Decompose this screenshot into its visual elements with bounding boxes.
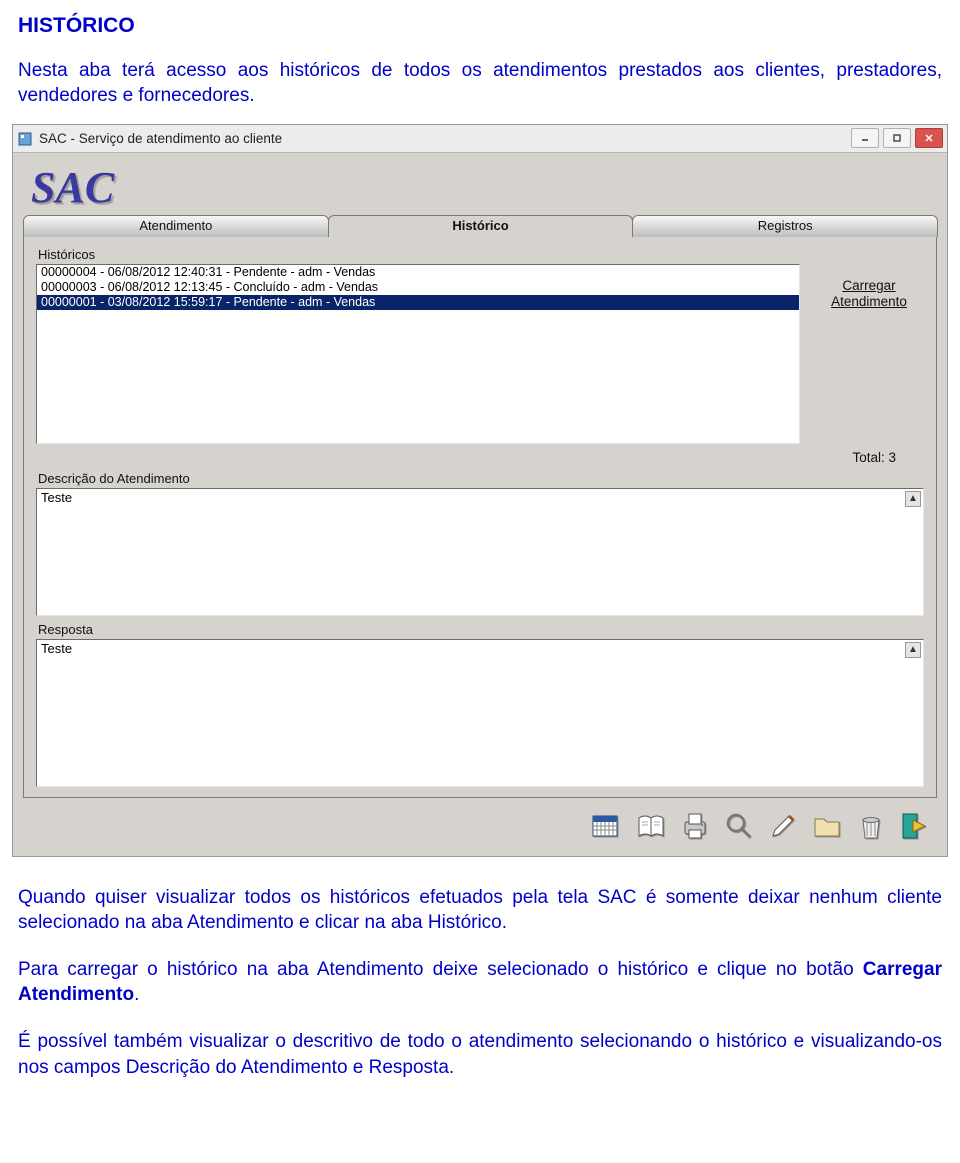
descricao-text: Teste: [41, 490, 72, 505]
folder-icon[interactable]: [807, 806, 847, 846]
paragraph-2: Para carregar o histórico na aba Atendim…: [0, 943, 960, 1015]
scroll-up-icon[interactable]: ▲: [905, 642, 921, 658]
scroll-up-icon[interactable]: ▲: [905, 491, 921, 507]
paragraph-1: Quando quiser visualizar todos os histór…: [0, 871, 960, 943]
descricao-label: Descrição do Atendimento: [38, 471, 924, 486]
close-button[interactable]: [915, 128, 943, 148]
app-window: SAC - Serviço de atendimento ao cliente …: [12, 124, 948, 857]
list-item[interactable]: 00000003 - 06/08/2012 12:13:45 - Concluí…: [37, 280, 799, 295]
bottom-toolbar: [23, 798, 937, 850]
trash-icon[interactable]: [851, 806, 891, 846]
maximize-button[interactable]: [883, 128, 911, 148]
minimize-button[interactable]: [851, 128, 879, 148]
descricao-block: Descrição do Atendimento Teste ▲: [36, 471, 924, 616]
historicos-block: Históricos 00000004 - 06/08/2012 12:40:3…: [36, 247, 924, 465]
app-icon: [17, 131, 33, 147]
tab-registros[interactable]: Registros: [632, 215, 938, 237]
tab-panel: Históricos 00000004 - 06/08/2012 12:40:3…: [23, 236, 937, 798]
carregar-line1: Carregar: [842, 278, 895, 293]
app-body: SAC Atendimento Histórico Registros Hist…: [13, 153, 947, 856]
tab-historico[interactable]: Histórico: [328, 215, 634, 237]
intro-paragraph: Nesta aba terá acesso aos históricos de …: [0, 44, 960, 116]
para2-part-b: .: [134, 984, 139, 1005]
edit-icon[interactable]: [763, 806, 803, 846]
carregar-atendimento-link[interactable]: Carregar Atendimento: [814, 264, 924, 310]
window-title: SAC - Serviço de atendimento ao cliente: [39, 131, 282, 146]
calendar-icon[interactable]: [587, 806, 627, 846]
para2-part-a: Para carregar o histórico na aba Atendim…: [18, 959, 863, 980]
historicos-label: Históricos: [38, 247, 924, 262]
paragraph-3: É possível também visualizar o descritiv…: [0, 1015, 960, 1087]
app-logo: SAC: [23, 162, 114, 215]
book-icon[interactable]: [631, 806, 671, 846]
tab-row: Atendimento Histórico Registros: [23, 215, 937, 237]
resposta-textbox[interactable]: Teste ▲: [36, 639, 924, 787]
resposta-label: Resposta: [38, 622, 924, 637]
logo-row: SAC: [23, 153, 937, 215]
list-item-selected[interactable]: 00000001 - 03/08/2012 15:59:17 - Pendent…: [37, 295, 799, 310]
historicos-list[interactable]: 00000004 - 06/08/2012 12:40:31 - Pendent…: [36, 264, 800, 444]
titlebar: SAC - Serviço de atendimento ao cliente: [13, 125, 947, 153]
search-icon[interactable]: [719, 806, 759, 846]
window-controls: [851, 128, 943, 148]
exit-icon[interactable]: [895, 806, 935, 846]
resposta-text: Teste: [41, 641, 72, 656]
resposta-block: Resposta Teste ▲: [36, 622, 924, 787]
total-label: Total: 3: [774, 450, 924, 465]
section-heading: HISTÓRICO: [0, 0, 960, 44]
printer-icon[interactable]: [675, 806, 715, 846]
descricao-textbox[interactable]: Teste ▲: [36, 488, 924, 616]
list-item[interactable]: 00000004 - 06/08/2012 12:40:31 - Pendent…: [37, 265, 799, 280]
tab-atendimento[interactable]: Atendimento: [23, 215, 329, 237]
carregar-line2: Atendimento: [831, 294, 907, 309]
